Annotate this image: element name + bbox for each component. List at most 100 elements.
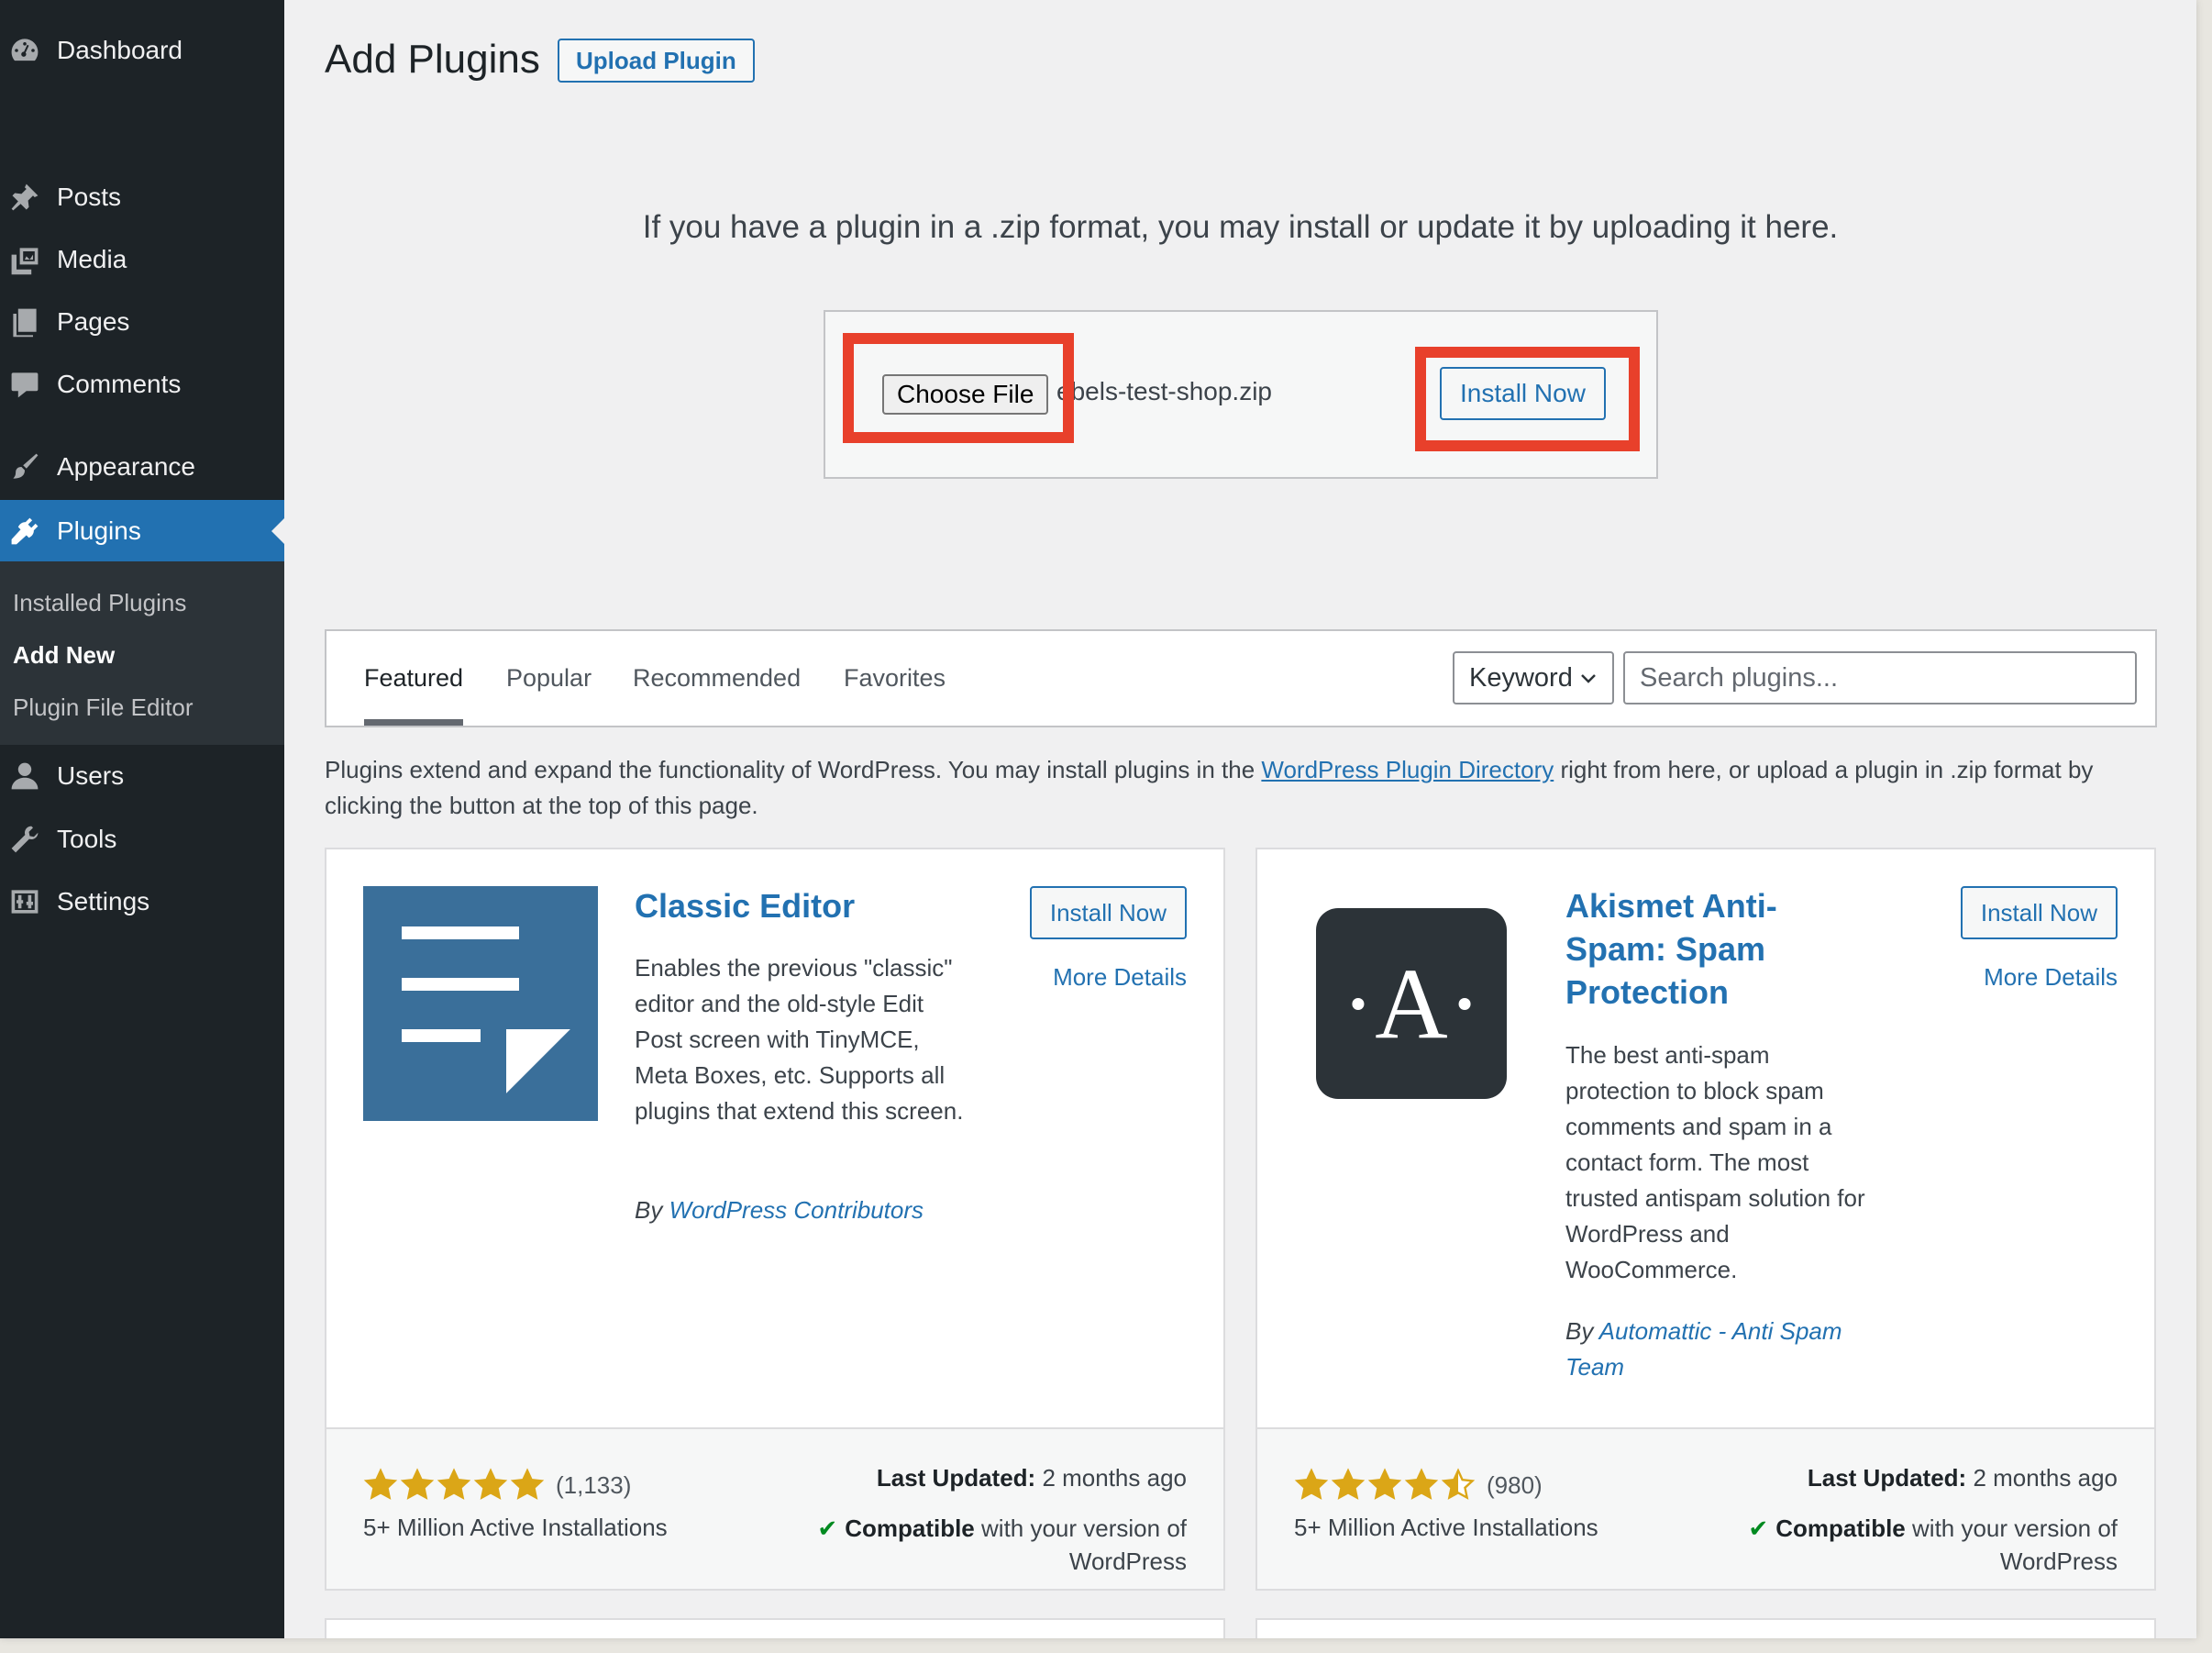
sidebar-item-label: Tools: [57, 825, 117, 853]
install-now-button[interactable]: Install Now: [1960, 886, 2118, 939]
plugin-directory-link[interactable]: WordPress Plugin Directory: [1261, 756, 1554, 783]
tab-favorites[interactable]: Favorites: [844, 664, 946, 693]
active-installs: 5+ Million Active Installations: [363, 1514, 668, 1541]
author-by-label: By: [635, 1196, 669, 1224]
checkmark-icon: ✔: [817, 1514, 838, 1542]
author-link[interactable]: WordPress Contributors: [669, 1196, 924, 1224]
sidebar-item-media[interactable]: Media: [0, 231, 284, 288]
last-updated-value: 2 months ago: [1042, 1464, 1187, 1492]
active-tab-indicator: [364, 719, 463, 726]
dashboard-icon: [6, 31, 44, 70]
sidebar-item-label: Users: [57, 761, 125, 790]
star-full-icon: [363, 1468, 398, 1500]
rating-count: (980): [1487, 1470, 1543, 1499]
more-details-link[interactable]: More Details: [1053, 963, 1187, 992]
plugin-name-link[interactable]: Akismet Anti-Spam: Spam Protection: [1565, 884, 1841, 1014]
rating-count: (1,133): [556, 1470, 632, 1499]
plugin-icon: [6, 512, 44, 550]
star-full-icon: [510, 1468, 545, 1500]
plugin-name-link[interactable]: Classic Editor: [635, 884, 1001, 927]
checkmark-icon: ✔: [1748, 1514, 1769, 1542]
plugin-card-footer: (1,133) 5+ Million Active Installations …: [326, 1427, 1223, 1589]
pin-icon: [6, 178, 44, 216]
compat-rest: with your version of WordPress: [981, 1514, 1187, 1575]
star-full-icon: [1294, 1468, 1329, 1500]
intro-text-start: Plugins extend and expand the functional…: [325, 756, 1262, 783]
admin-sidebar: Dashboard Posts Media Pages Comments App…: [0, 0, 284, 1638]
tab-popular[interactable]: Popular: [506, 664, 592, 693]
sidebar-item-label: Posts: [57, 183, 122, 211]
author-by-label: By: [1565, 1317, 1599, 1345]
submenu-installed-plugins[interactable]: Installed Plugins: [13, 589, 186, 617]
compat-bold: Compatible: [845, 1514, 975, 1542]
sidebar-item-label: Plugins: [57, 516, 141, 545]
plugin-description: The best anti-spam protection to block s…: [1565, 1041, 1865, 1283]
star-rating: (1,133): [363, 1468, 631, 1503]
plugin-filter-bar: Featured Popular Recommended Favorites K…: [325, 629, 2157, 727]
install-now-upload-button[interactable]: Install Now: [1440, 367, 1606, 420]
last-updated-label: Last Updated:: [876, 1464, 1036, 1492]
upload-plugin-button[interactable]: Upload Plugin: [558, 39, 755, 83]
submenu-add-new[interactable]: Add New: [13, 641, 115, 670]
upload-help-text: If you have a plugin in a .zip format, y…: [642, 209, 1839, 245]
pages-icon: [6, 303, 44, 341]
sidebar-item-label: Appearance: [57, 452, 196, 481]
sidebar-item-settings[interactable]: Settings: [0, 873, 284, 930]
sidebar-item-tools[interactable]: Tools: [0, 811, 284, 868]
plugin-card-footer: (980) 5+ Million Active Installations La…: [1257, 1427, 2154, 1589]
more-details-link[interactable]: More Details: [1984, 963, 2118, 992]
last-updated: Last Updated: 2 months ago: [1808, 1464, 2118, 1492]
sidebar-item-posts[interactable]: Posts: [0, 169, 284, 226]
star-full-icon: [1367, 1468, 1402, 1500]
page-title: Add Plugins: [325, 37, 540, 82]
media-icon: [6, 240, 44, 279]
classic-editor-logo-icon: [363, 886, 598, 1121]
star-full-icon: [1404, 1468, 1439, 1500]
last-updated-label: Last Updated:: [1807, 1464, 1967, 1492]
last-updated: Last Updated: 2 months ago: [877, 1464, 1187, 1492]
sidebar-item-appearance[interactable]: Appearance: [0, 438, 284, 495]
akismet-logo-icon: ·A·: [1316, 908, 1507, 1099]
sidebar-item-label: Comments: [57, 370, 182, 398]
sidebar-item-users[interactable]: Users: [0, 748, 284, 804]
star-full-icon: [437, 1468, 471, 1500]
sidebar-item-comments[interactable]: Comments: [0, 356, 284, 413]
sidebar-item-label: Media: [57, 245, 127, 273]
compat-bold: Compatible: [1775, 1514, 1906, 1542]
install-now-button[interactable]: Install Now: [1029, 886, 1187, 939]
tab-recommended[interactable]: Recommended: [633, 664, 801, 693]
sidebar-item-label: Dashboard: [57, 36, 182, 64]
sidebar-item-dashboard[interactable]: Dashboard: [0, 22, 284, 79]
star-half-icon: [1441, 1468, 1476, 1500]
sidebar-item-label: Settings: [57, 887, 150, 915]
compatibility-info: ✔ Compatible with your version of WordPre…: [1687, 1512, 2118, 1578]
author-link[interactable]: Automattic - Anti Spam Team: [1565, 1317, 1842, 1381]
compatibility-info: ✔ Compatible with your version of WordPre…: [756, 1512, 1187, 1578]
last-updated-value: 2 months ago: [1973, 1464, 2118, 1492]
plugins-intro-text: Plugins extend and expand the functional…: [325, 752, 2159, 824]
star-full-icon: [473, 1468, 508, 1500]
choose-file-button[interactable]: Choose File: [882, 374, 1049, 415]
comment-icon: [6, 365, 44, 404]
sidebar-item-pages[interactable]: Pages: [0, 294, 284, 350]
sidebar-item-label: Pages: [57, 307, 130, 336]
submenu-plugin-file-editor[interactable]: Plugin File Editor: [13, 693, 194, 722]
selected-file-name: ebels-test-shop.zip: [1055, 377, 1273, 406]
plugin-card-akismet: ·A· Akismet Anti-Spam: Spam Protection T…: [1255, 848, 2156, 1591]
sidebar-item-plugins[interactable]: Plugins: [0, 500, 284, 562]
chevron-down-icon: [1581, 674, 1596, 683]
plugin-author: By WordPress Contributors: [635, 1193, 1001, 1228]
brush-icon: [6, 448, 44, 486]
user-icon: [6, 757, 44, 795]
star-rating: (980): [1294, 1468, 1543, 1503]
search-type-value: Keyword: [1469, 662, 1573, 693]
plugin-description: Enables the previous "classic" editor an…: [635, 954, 964, 1125]
search-plugins-input[interactable]: [1623, 651, 2137, 704]
tab-featured[interactable]: Featured: [364, 664, 463, 693]
search-type-select[interactable]: Keyword: [1453, 651, 1614, 704]
wrench-icon: [6, 820, 44, 859]
active-installs: 5+ Million Active Installations: [1294, 1514, 1598, 1541]
star-full-icon: [1331, 1468, 1366, 1500]
plugin-card-partial: [325, 1618, 1225, 1638]
plugin-card-classic-editor: Classic Editor Enables the previous "cla…: [325, 848, 1225, 1591]
